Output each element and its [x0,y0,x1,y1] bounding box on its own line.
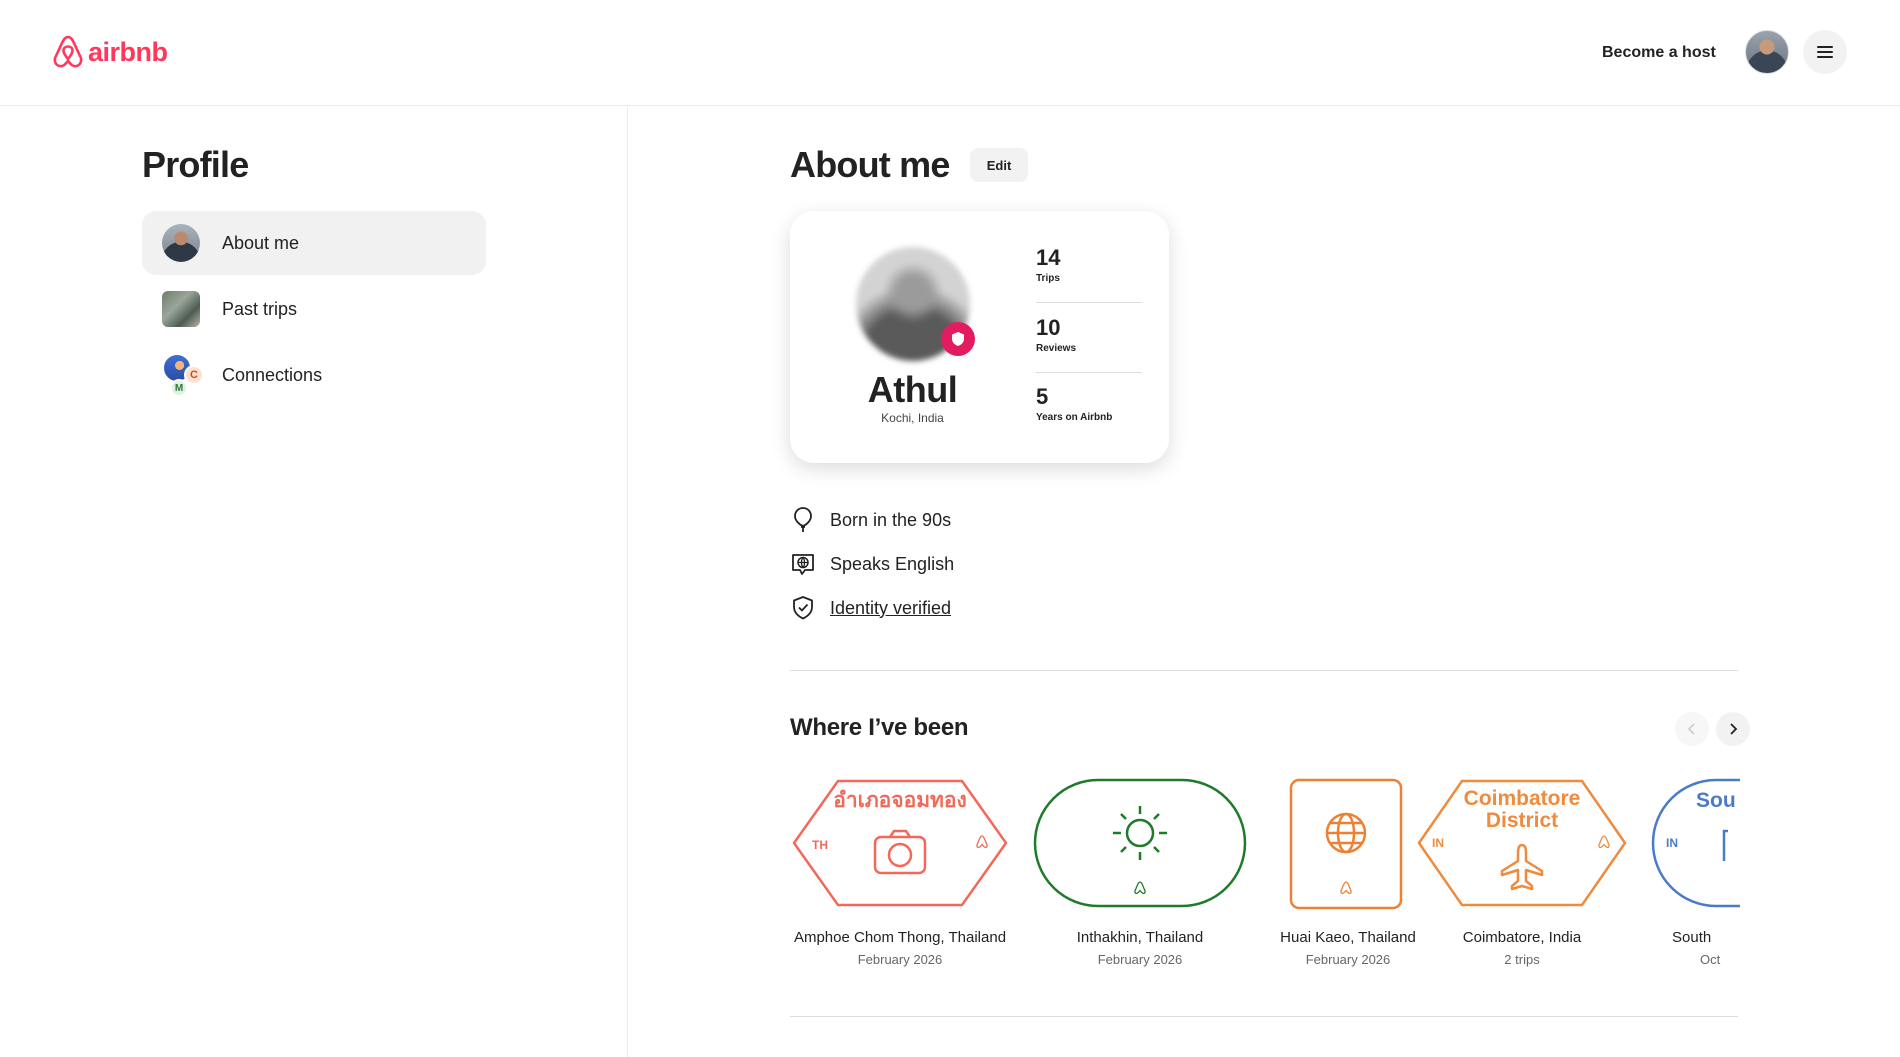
stamp-card[interactable]: Sou IN South Oct [1650,775,1740,967]
stamp-subtitle: 2 trips [1504,952,1540,967]
fact-text: Born in the 90s [830,509,952,530]
carousel-next-button[interactable] [1716,712,1750,746]
connection-initial-badge: M [170,379,188,397]
camera-icon [873,829,927,875]
sidebar-item-about-me[interactable]: About me [142,211,486,275]
stamp-country-code: TH [812,838,828,852]
airbnb-mark-icon [976,835,988,849]
stamp-title: Inthakhin, Thailand [1076,929,1204,946]
fact-born: Born in the 90s [790,507,951,533]
stamps-carousel: อำเภอจอมทอง TH Amphoe Chom Thong, Thaila… [788,775,1740,975]
stamp-card[interactable]: อำเภอจอมทอง TH Amphoe Chom Thong, Thaila… [788,775,1012,967]
stamp-symbol [1722,829,1728,861]
stat-reviews: 10 Reviews [1036,315,1142,354]
user-avatar[interactable] [1745,30,1789,74]
stat-label: Reviews [1036,343,1077,354]
fact-identity: Identity verified [790,595,951,621]
stat-trips: 14 Trips [1036,245,1142,284]
airbnb-mark-icon [1340,881,1352,895]
profile-title: Profile [142,144,249,185]
section-divider [790,1016,1738,1017]
edit-button[interactable]: Edit [970,148,1028,182]
logo-text: airbnb [88,36,168,67]
profile-card: Athul Kochi, India 14 Trips 10 Reviews 5… [790,211,1169,463]
identity-verified-link[interactable]: Identity verified [830,598,951,619]
stamp-subtitle: February 2026 [857,952,943,967]
stamp-card[interactable]: Coimbatore District IN Coimbatore, India… [1414,775,1630,967]
profile-name: Athul [867,369,958,410]
chevron-right-icon [1730,723,1738,735]
stamp-label: อำเภอจอมทอง [833,788,967,812]
balloon-icon [790,507,816,533]
stat-years: 5 Years on Airbnb [1036,384,1142,423]
stamp-country-code: IN [1666,836,1678,850]
connection-initial-badge: C [184,365,204,385]
stamp-card[interactable]: Huai Kaeo, Thailand February 2026 [1272,775,1424,967]
sidebar-item-label: Past trips [222,298,298,319]
stat-value: 10 [1036,315,1061,340]
stamp-subtitle: February 2026 [1097,952,1183,967]
airplane-icon [1500,843,1544,891]
stat-label: Trips [1036,273,1060,284]
stamp-label: Sou [1696,789,1736,812]
carousel-prev-button[interactable] [1675,712,1709,746]
verified-badge [941,322,975,356]
profile-location: Kochi, India [881,411,944,425]
shield-check-icon [790,595,816,621]
stamp-rectangle [1289,778,1403,910]
stamp-title: Amphoe Chom Thong, Thailand [793,929,1007,946]
airbnb-logo[interactable]: airbnb [52,34,168,70]
airbnb-mark-icon [1598,835,1610,849]
sidebar-item-label: Connections [222,364,323,385]
top-header: airbnb Become a host [0,0,1900,106]
stat-divider [1036,372,1142,373]
stat-value: 14 [1036,245,1061,270]
sun-icon [1113,806,1167,860]
sidebar-item-past-trips[interactable]: Past trips [142,277,486,341]
verified-shield-icon [952,332,964,346]
stamp-hexagon: อำเภอจอมทอง TH [792,779,1008,907]
stamp-country-code: IN [1432,836,1444,850]
fact-languages: Speaks English [790,551,954,577]
globe-icon [1325,812,1367,854]
airbnb-logo-icon [53,35,83,68]
stamp-hexagon: Coimbatore District IN [1417,779,1627,907]
connections-avatars: C M [162,353,206,397]
menu-button[interactable] [1803,30,1847,74]
past-trips-thumbnail [158,291,200,327]
stamp-pill: Sou IN [1651,778,1740,908]
about-me-avatar [162,224,200,262]
become-a-host-link[interactable]: Become a host [1596,40,1722,66]
stat-value: 5 [1036,384,1049,409]
speech-globe-icon [790,551,816,577]
stat-divider [1036,302,1142,303]
stamp-title: Coimbatore, India [1462,929,1582,946]
stamp-title: South [1672,929,1712,946]
stamp-card[interactable]: Inthakhin, Thailand February 2026 [1032,775,1248,967]
about-me-title: About me [790,144,950,185]
stamp-label: District [1486,809,1558,832]
section-divider [790,670,1738,671]
fact-text: Speaks English [830,553,955,574]
stamp-pill [1033,778,1247,908]
stat-label: Years on Airbnb [1036,412,1113,423]
where-ive-been-title: Where I’ve been [790,714,969,741]
airbnb-mark-icon [1134,881,1146,895]
sidebar-divider [627,107,628,1057]
chevron-left-icon [1687,723,1695,735]
sidebar-item-connections[interactable]: C M Connections [142,343,486,407]
hamburger-icon [1817,46,1833,58]
sidebar-item-label: About me [222,232,300,253]
stamp-label: Coimbatore [1464,787,1581,810]
stamp-subtitle: Oct [1700,952,1721,967]
